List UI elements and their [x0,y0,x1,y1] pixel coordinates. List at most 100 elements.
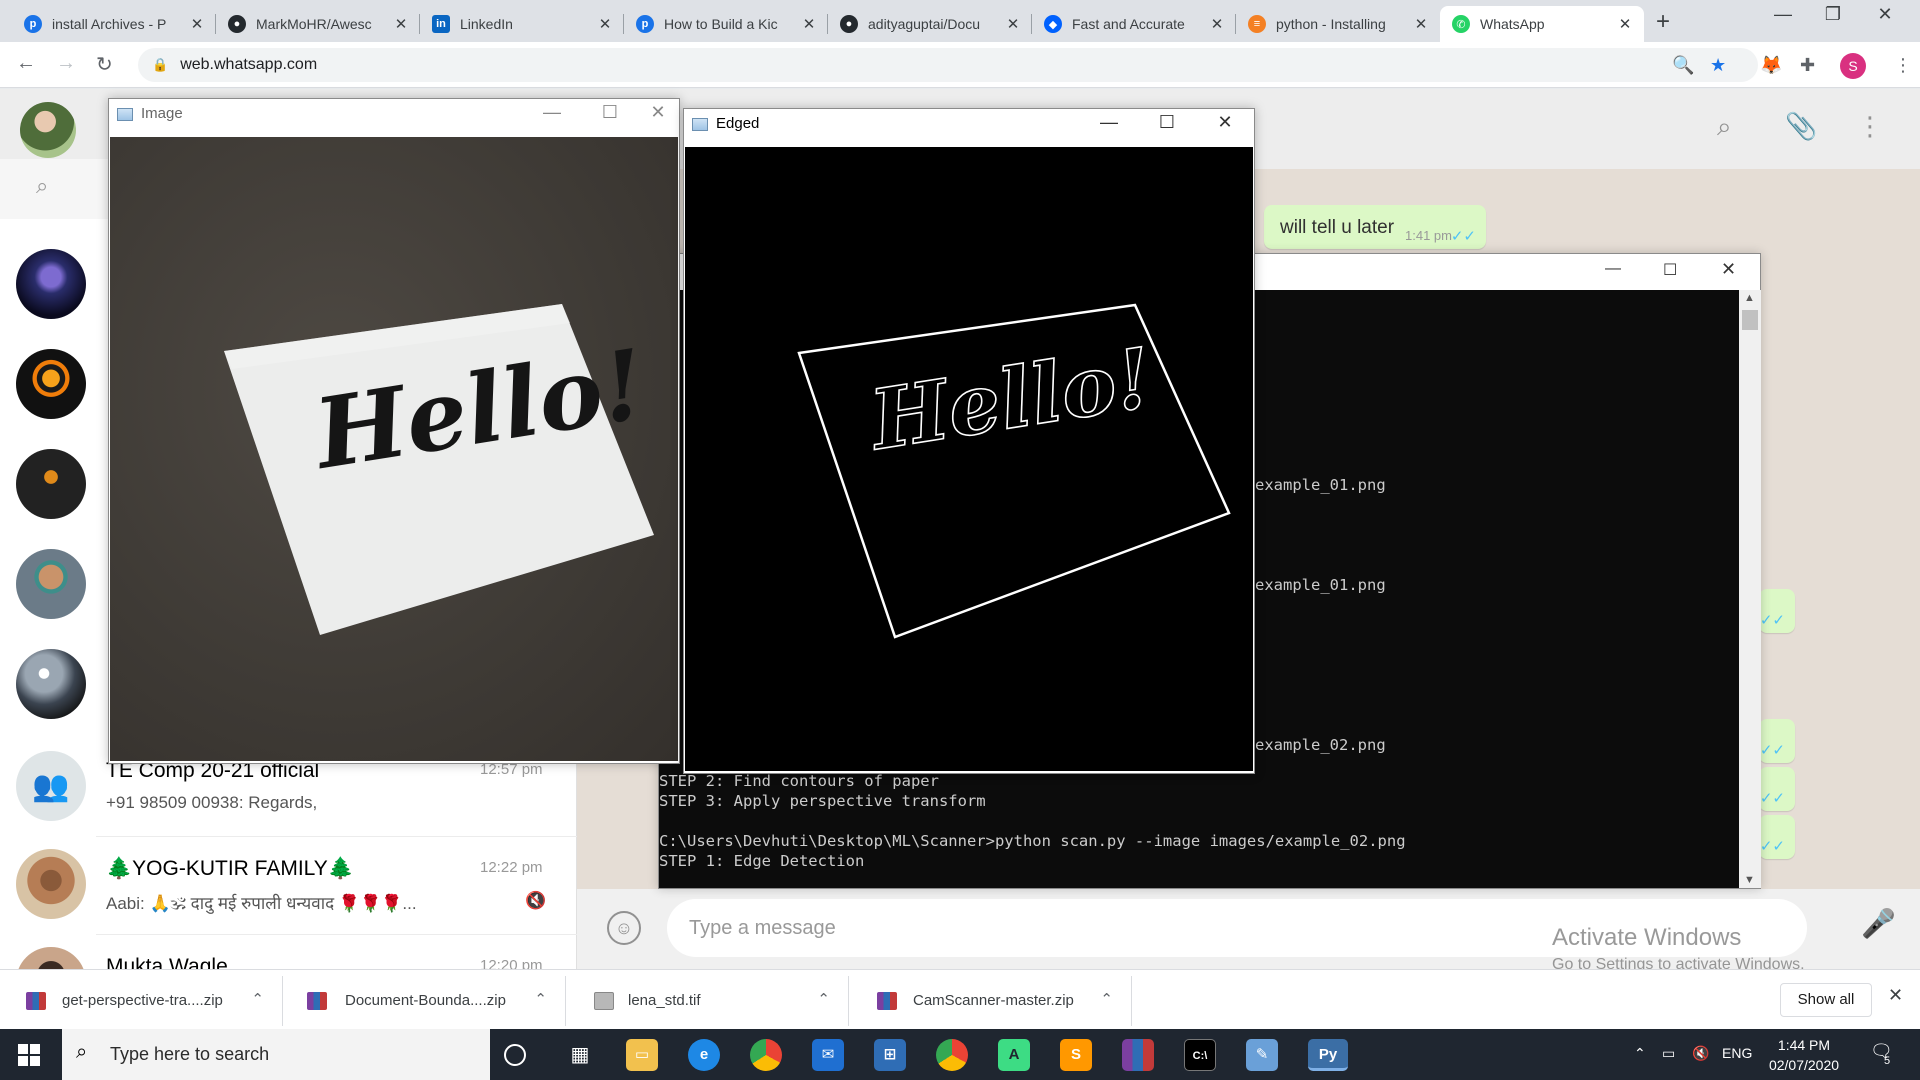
browser-tab[interactable]: ● adityaguptai/Docu ✕ [828,6,1032,42]
close-icon[interactable]: ✕ [1862,4,1908,25]
language-indicator[interactable]: ENG [1722,1045,1752,1061]
browser-tab[interactable]: ≡ python - Installing ✕ [1236,6,1440,42]
winrar-icon[interactable] [1122,1039,1154,1071]
scroll-up-icon[interactable]: ▲ [1744,292,1755,304]
new-tab-icon[interactable]: + [1656,8,1670,36]
outgoing-message[interactable]: ✓✓ [1759,815,1795,859]
mail-icon[interactable]: ✉ [812,1039,844,1071]
maximize-icon[interactable]: ☐ [587,102,633,123]
minimize-icon[interactable]: — [1086,112,1132,133]
maximize-icon[interactable]: ☐ [1144,112,1190,133]
zoom-icon[interactable]: 🔍 [1672,55,1694,76]
outgoing-message[interactable]: ✓✓ [1759,767,1795,811]
close-tab-icon[interactable]: ✕ [1208,15,1226,33]
profile-avatar[interactable]: S [1840,53,1866,79]
chevron-up-icon[interactable]: ⌃ [1634,1045,1646,1062]
close-icon[interactable]: ✕ [635,102,681,123]
close-icon[interactable]: ✕ [1202,112,1248,133]
task-view-icon[interactable]: ▦ [564,1039,596,1071]
search-icon[interactable]: ⌕ [1717,111,1732,143]
scroll-down-icon[interactable]: ▼ [1744,874,1755,886]
chevron-up-icon[interactable]: ⌃ [817,990,830,1008]
address-bar[interactable]: 🔒 web.whatsapp.com [138,48,1758,82]
paint-icon[interactable]: ✎ [1246,1039,1278,1071]
chat-list-item[interactable]: 🌲YOG-KUTIR FAMILY🌲 Aabi: 🙏🕉 दादु मई रुपा… [0,837,577,935]
chat-avatar[interactable] [16,349,86,419]
chrome-profile-icon[interactable] [936,1039,968,1071]
close-tab-icon[interactable]: ✕ [1412,15,1430,33]
console-scrollbar[interactable]: ▲ ▼ [1739,290,1761,888]
browser-tab[interactable]: in LinkedIn ✕ [420,6,624,42]
edge-icon[interactable]: e [688,1039,720,1071]
system-clock[interactable]: 1:44 PM 02/07/2020 [1764,1035,1844,1075]
activate-windows-watermark: Activate Windows Go to Settings to activ… [1552,924,1805,974]
restore-icon[interactable]: ❐ [1810,4,1856,25]
download-item[interactable]: lena_std.tif ⌃ [566,976,849,1026]
chevron-up-icon[interactable]: ⌃ [1100,990,1113,1008]
download-item[interactable]: CamScanner-master.zip ⌃ [849,976,1132,1026]
minimize-icon[interactable]: — [1760,4,1806,25]
android-studio-icon[interactable]: A [998,1039,1030,1071]
chat-avatar[interactable] [16,249,86,319]
window-titlebar[interactable]: Image — ☐ ✕ [109,99,679,129]
paperclip-icon[interactable]: 📎 [1785,111,1817,142]
chat-avatar[interactable] [16,549,86,619]
extensions-icon[interactable]: ✚ [1800,55,1815,76]
taskbar-search[interactable]: ⌕ Type here to search [62,1029,490,1080]
network-icon[interactable]: ▭ [1662,1045,1675,1062]
back-icon[interactable]: ← [16,52,36,75]
console-line: example_02.png [1255,736,1386,754]
volume-muted-icon[interactable]: 🔇 [1692,1045,1709,1062]
maximize-icon[interactable]: ☐ [1663,260,1677,280]
chat-avatar[interactable] [16,449,86,519]
outgoing-message[interactable]: ✓✓ [1759,589,1795,633]
browser-tab[interactable]: ● MarkMoHR/Awesc ✕ [216,6,420,42]
minimize-icon[interactable]: — [1605,260,1621,278]
close-tab-icon[interactable]: ✕ [800,15,818,33]
reload-icon[interactable]: ↻ [96,52,113,77]
chevron-up-icon[interactable]: ⌃ [534,990,547,1008]
forward-icon[interactable]: → [56,52,76,75]
window-titlebar[interactable]: Edged — ☐ ✕ [684,109,1254,139]
chat-list-item[interactable]: Mukta Wagle 12:20 pm [0,935,577,969]
emoji-icon[interactable]: ☺ [607,911,641,945]
image-window[interactable]: Image — ☐ ✕ Hello! [108,98,680,764]
store-icon[interactable]: ⊞ [874,1039,906,1071]
download-item[interactable]: get-perspective-tra....zip ⌃ [0,976,283,1026]
outgoing-message[interactable]: ✓✓ [1759,719,1795,763]
chrome-icon[interactable] [750,1039,782,1071]
chat-avatar[interactable] [16,649,86,719]
scroll-thumb[interactable] [1742,310,1758,330]
browser-tab-active[interactable]: ✆ WhatsApp ✕ [1440,6,1644,42]
windows-start-icon[interactable] [18,1044,40,1066]
close-tab-icon[interactable]: ✕ [188,15,206,33]
menu-kebab-icon[interactable]: ⋮ [1857,111,1883,142]
show-all-button[interactable]: Show all [1780,983,1872,1017]
browser-tab[interactable]: ◆ Fast and Accurate ✕ [1032,6,1236,42]
close-tab-icon[interactable]: ✕ [596,15,614,33]
close-tab-icon[interactable]: ✕ [1616,15,1634,33]
metamask-icon[interactable]: 🦊 [1760,55,1782,76]
sublime-text-icon[interactable]: S [1060,1039,1092,1071]
close-icon[interactable]: ✕ [1721,259,1736,280]
minimize-icon[interactable]: — [529,102,575,123]
outgoing-message[interactable]: will tell u later 1:41 pm ✓✓ [1264,205,1486,249]
browser-tab[interactable]: p How to Build a Kic ✕ [624,6,828,42]
browser-tab[interactable]: p install Archives - P ✕ [12,6,216,42]
file-explorer-icon[interactable]: ▭ [626,1039,658,1071]
download-item[interactable]: Document-Bounda....zip ⌃ [283,976,566,1026]
cortana-icon[interactable] [504,1044,526,1066]
edged-window[interactable]: Edged — ☐ ✕ Hello! [683,108,1255,774]
command-prompt-icon[interactable]: C:\ [1184,1039,1216,1071]
bookmark-star-icon[interactable]: ★ [1710,55,1726,76]
my-avatar[interactable] [20,102,76,158]
menu-kebab-icon[interactable]: ⋮ [1894,55,1912,76]
close-tab-icon[interactable]: ✕ [392,15,410,33]
chat-time: 12:22 pm [480,859,543,876]
microphone-icon[interactable]: 🎤 [1861,907,1896,940]
python-icon[interactable]: Py [1308,1039,1348,1071]
lock-icon[interactable]: 🔒 [152,57,168,73]
chevron-up-icon[interactable]: ⌃ [251,990,264,1008]
close-downloads-icon[interactable]: ✕ [1888,985,1903,1006]
close-tab-icon[interactable]: ✕ [1004,15,1022,33]
